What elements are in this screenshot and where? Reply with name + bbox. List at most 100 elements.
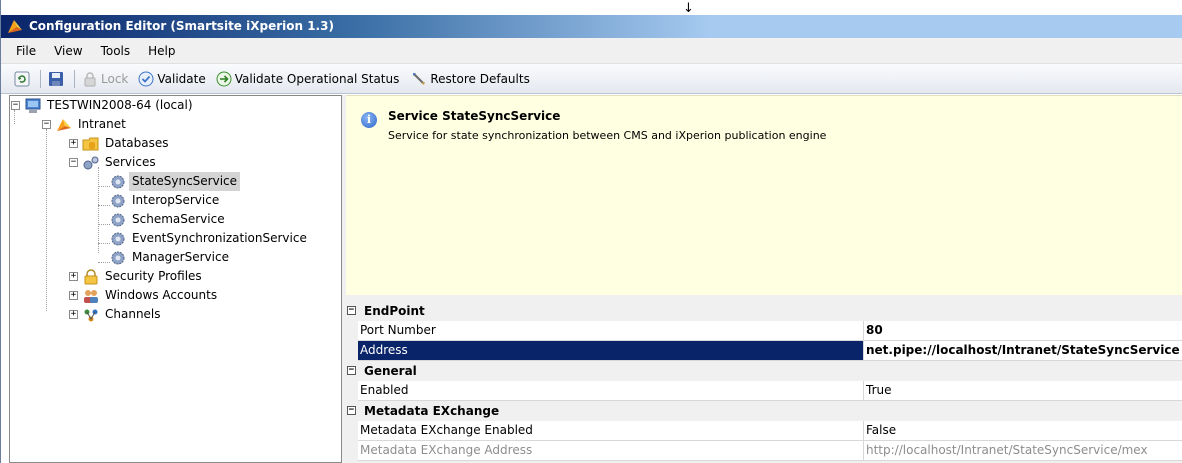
tree-node-label: Windows Accounts bbox=[105, 288, 218, 302]
tree-node-label: Security Profiles bbox=[105, 269, 202, 283]
channels-icon bbox=[84, 309, 98, 321]
tree-node-label: EventSynchronizationService bbox=[132, 231, 307, 245]
gears-icon bbox=[83, 156, 99, 169]
property-value[interactable]: True bbox=[864, 381, 1182, 401]
property-value[interactable]: False bbox=[864, 421, 1182, 441]
tree-node-intranet[interactable]: Intranet bbox=[55, 115, 129, 134]
tree-node-schemaservice[interactable]: SchemaService bbox=[109, 210, 228, 229]
property-row-enabled[interactable]: Enabled True bbox=[342, 381, 1182, 401]
restore-defaults-label: Restore Defaults bbox=[430, 71, 530, 86]
check-circle-icon bbox=[138, 71, 154, 86]
title-bar[interactable]: Configuration Editor (Smartsite iXperion… bbox=[1, 15, 1182, 38]
configuration-tree[interactable]: − TESTWIN2008-64 (local) − Intranet + Da… bbox=[9, 95, 342, 463]
lock-folder-icon bbox=[84, 268, 98, 284]
property-grid[interactable]: − EndPoint Port Number 80 Address net.pi… bbox=[342, 301, 1182, 463]
window-title: Configuration Editor (Smartsite iXperion… bbox=[29, 19, 334, 33]
property-value[interactable]: 80 bbox=[864, 321, 1182, 341]
tree-node-label: Databases bbox=[105, 136, 169, 150]
tree-node-statesyncservice[interactable]: StateSyncService bbox=[109, 172, 241, 191]
tree-node-channels[interactable]: Channels bbox=[82, 305, 164, 324]
property-value[interactable]: http://localhost/Intranet/StateSyncServi… bbox=[864, 441, 1182, 461]
tree-node-eventsynchronizationservice[interactable]: EventSynchronizationService bbox=[109, 229, 310, 248]
tree-node-label: InteropService bbox=[132, 193, 220, 207]
collapse-toggle[interactable]: − bbox=[42, 120, 51, 129]
menu-view[interactable]: View bbox=[45, 38, 91, 64]
users-icon bbox=[84, 289, 98, 303]
tree-node-label: ManagerService bbox=[132, 250, 229, 264]
property-row-metadata-exchange-enabled[interactable]: Metadata EXchange Enabled False bbox=[342, 421, 1182, 441]
tree-node-databases[interactable]: Databases bbox=[82, 134, 172, 153]
property-row-metadata-exchange-address[interactable]: Metadata EXchange Address http://localho… bbox=[342, 441, 1182, 461]
computer-icon bbox=[25, 98, 41, 113]
refresh-button[interactable] bbox=[11, 68, 36, 90]
tree-connector bbox=[46, 129, 47, 311]
category-metadata-exchange[interactable]: − Metadata EXchange bbox=[342, 401, 1182, 421]
wand-icon bbox=[413, 72, 426, 85]
tree-node-interopservice[interactable]: InteropService bbox=[109, 191, 222, 210]
info-panel: i Service StateSyncService Service for s… bbox=[346, 95, 1182, 295]
validate-button[interactable]: Validate bbox=[135, 68, 208, 90]
tree-node-windows-accounts[interactable]: Windows Accounts bbox=[82, 286, 220, 305]
category-label: Metadata EXchange bbox=[364, 404, 500, 418]
gear-icon bbox=[111, 213, 125, 226]
toolbar-separator bbox=[40, 69, 41, 88]
menu-bar: File View Tools Help bbox=[1, 38, 1182, 64]
config-editor-window: ↓ Configuration Editor (Smartsite iXperi… bbox=[0, 0, 1182, 463]
info-description: Service for state synchronization betwee… bbox=[388, 129, 827, 142]
database-folder-icon bbox=[82, 137, 99, 150]
tree-connector bbox=[14, 110, 15, 124]
tree-node-managerservice[interactable]: ManagerService bbox=[109, 248, 232, 267]
expand-toggle[interactable]: + bbox=[69, 291, 78, 300]
refresh-icon bbox=[14, 71, 30, 86]
menu-tools[interactable]: Tools bbox=[92, 38, 140, 64]
property-name: Metadata EXchange Enabled bbox=[358, 421, 864, 441]
tree-connector bbox=[98, 167, 99, 253]
gear-icon bbox=[111, 232, 125, 245]
property-name: Metadata EXchange Address bbox=[358, 441, 864, 461]
category-general[interactable]: − General bbox=[342, 361, 1182, 381]
menu-help[interactable]: Help bbox=[139, 38, 184, 64]
expand-toggle[interactable]: + bbox=[69, 272, 78, 281]
toolbar: Lock Validate Validate Operational Statu… bbox=[1, 64, 1182, 94]
app-logo-icon bbox=[8, 20, 22, 33]
info-title: Service StateSyncService bbox=[388, 109, 561, 123]
expand-toggle[interactable]: + bbox=[69, 139, 78, 148]
gear-icon bbox=[111, 194, 125, 207]
collapse-toggle[interactable]: − bbox=[347, 366, 356, 375]
property-row-address[interactable]: Address net.pipe://localhost/Intranet/St… bbox=[342, 341, 1182, 361]
collapse-toggle[interactable]: − bbox=[347, 406, 356, 415]
property-value[interactable]: net.pipe://localhost/Intranet/StateSyncS… bbox=[864, 341, 1182, 361]
lock-icon bbox=[84, 71, 96, 86]
collapse-toggle[interactable]: − bbox=[11, 101, 20, 110]
mouse-cursor-icon: ↓ bbox=[683, 1, 694, 16]
validate-label: Validate bbox=[157, 71, 206, 86]
tree-node-security-profiles[interactable]: Security Profiles bbox=[82, 267, 205, 286]
lock-label: Lock bbox=[101, 71, 129, 86]
validate-operational-status-button[interactable]: Validate Operational Status bbox=[213, 68, 403, 90]
tree-node-label: Intranet bbox=[78, 117, 126, 131]
collapse-toggle[interactable]: − bbox=[69, 158, 78, 167]
validate-operational-label: Validate Operational Status bbox=[234, 71, 400, 86]
site-icon bbox=[57, 118, 71, 131]
menu-file[interactable]: File bbox=[7, 38, 45, 64]
restore-defaults-button[interactable]: Restore Defaults bbox=[408, 68, 532, 90]
collapse-toggle[interactable]: − bbox=[347, 306, 356, 315]
category-label: EndPoint bbox=[364, 304, 425, 318]
save-button[interactable] bbox=[45, 68, 70, 90]
tree-node-services[interactable]: Services bbox=[82, 153, 159, 172]
category-endpoint[interactable]: − EndPoint bbox=[342, 301, 1182, 321]
tree-node-label: Services bbox=[105, 155, 156, 169]
arrow-circle-icon bbox=[216, 71, 232, 86]
property-name: Address bbox=[358, 341, 864, 361]
gear-icon bbox=[111, 175, 125, 188]
expand-toggle[interactable]: + bbox=[69, 310, 78, 319]
tree-node-label: Channels bbox=[105, 307, 161, 321]
gear-icon bbox=[111, 251, 125, 264]
tree-node-label: SchemaService bbox=[132, 212, 225, 226]
tree-node-label: TESTWIN2008-64 (local) bbox=[47, 98, 193, 112]
property-name: Enabled bbox=[358, 381, 864, 401]
save-icon bbox=[49, 71, 63, 86]
property-row-port-number[interactable]: Port Number 80 bbox=[342, 321, 1182, 341]
tree-node-root[interactable]: TESTWIN2008-64 (local) bbox=[24, 96, 196, 115]
lock-button[interactable]: Lock bbox=[79, 68, 131, 90]
